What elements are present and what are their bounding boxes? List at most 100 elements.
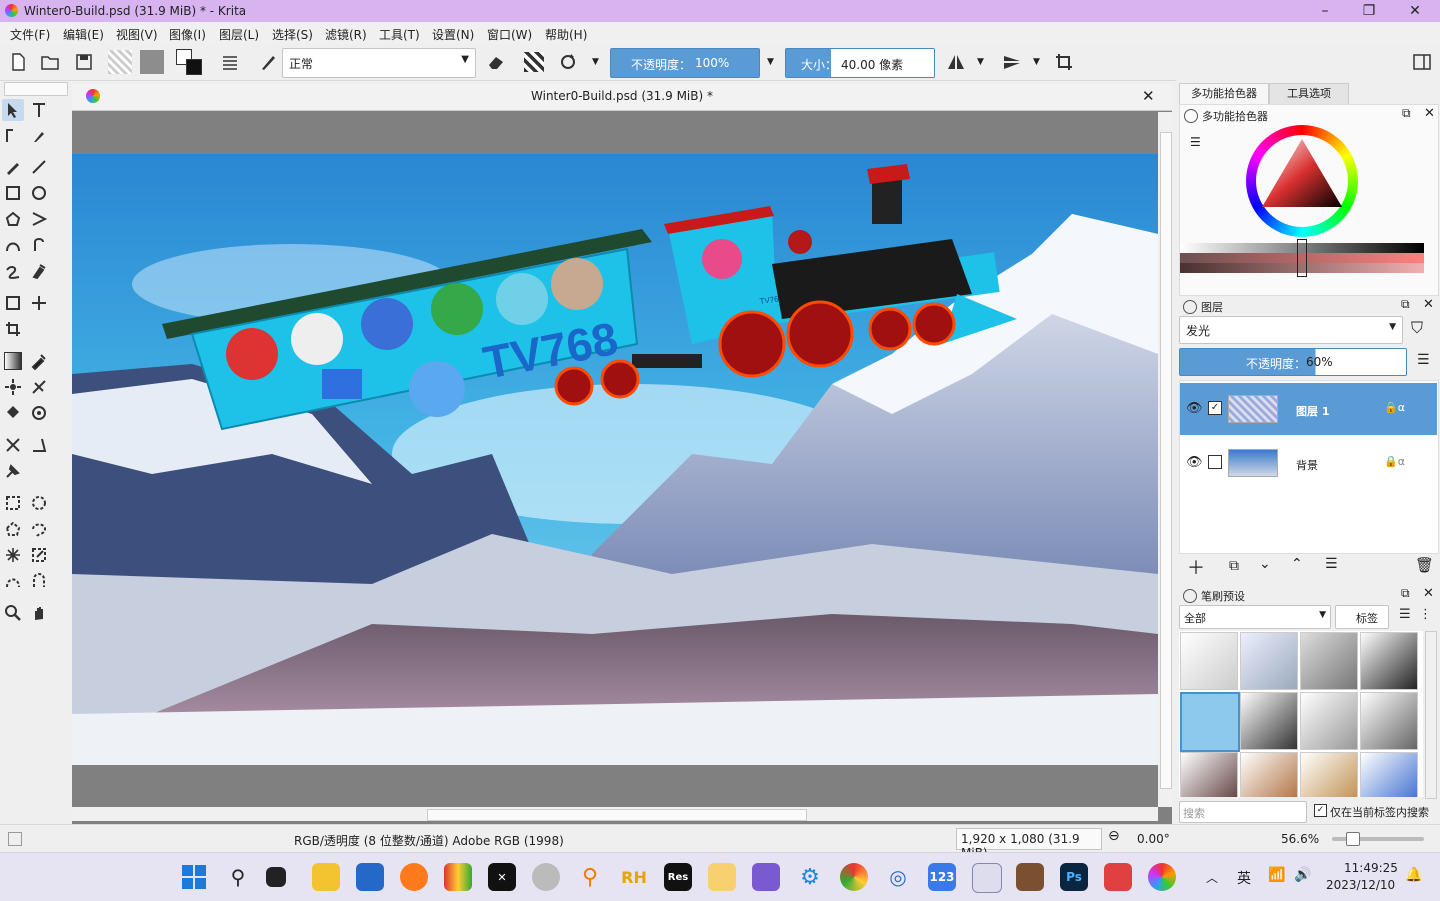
maximize-button[interactable]: ❐ — [1346, 0, 1392, 22]
fingerprint-icon[interactable]: ◎ — [884, 863, 912, 891]
clock-time[interactable]: 11:49:25 — [1344, 861, 1398, 875]
res-app-icon[interactable]: Res — [664, 863, 692, 891]
brush-preset-icon[interactable] — [256, 50, 280, 74]
tag-button[interactable]: 标签 — [1335, 605, 1389, 629]
chevron-down-icon[interactable]: ▼ — [592, 57, 599, 67]
angle-tool-icon[interactable] — [28, 434, 50, 456]
calc-123-icon[interactable]: 123 — [928, 863, 956, 891]
freehand-brush-icon[interactable] — [2, 156, 24, 178]
clock-date[interactable]: 2023/12/10 — [1326, 878, 1395, 892]
brush-preset-blender[interactable] — [1240, 632, 1298, 690]
color-picker-icon[interactable] — [28, 350, 50, 372]
menu-tools[interactable]: 工具(T) — [379, 26, 420, 43]
reload-preset-icon[interactable] — [556, 50, 580, 74]
windows-start-icon[interactable] — [180, 863, 208, 891]
visibility-eye-icon[interactable]: 👁 — [1186, 401, 1203, 416]
view-mode-icon[interactable]: ☰ — [1399, 607, 1411, 622]
float-icon[interactable]: ⧉ — [1401, 297, 1410, 312]
eraser-mode-icon[interactable] — [484, 50, 508, 74]
resource-hacker-icon[interactable]: RH — [620, 863, 648, 891]
new-document-icon[interactable] — [6, 50, 30, 74]
brush-preset-smudge[interactable] — [1300, 632, 1358, 690]
selection-indicator-icon[interactable] — [8, 832, 22, 846]
tab-color-selector[interactable]: 多功能拾色器 — [1179, 83, 1269, 104]
store-icon[interactable] — [356, 863, 384, 891]
pattern-swatch-icon[interactable] — [140, 50, 164, 74]
move-layer-up-icon[interactable]: ⌃ — [1291, 556, 1303, 572]
search-in-tag-checkbox[interactable]: ✓ — [1314, 804, 1327, 817]
gradient-swatch-icon[interactable] — [108, 50, 132, 74]
menu-edit[interactable]: 编辑(E) — [63, 26, 104, 43]
pan-tool-icon[interactable] — [28, 602, 50, 624]
save-icon[interactable] — [72, 50, 96, 74]
chevron-down-icon[interactable]: ▼ — [1033, 57, 1040, 67]
layer-properties-icon[interactable]: ☰ — [1325, 556, 1338, 572]
brush-options-icon[interactable]: ⋮ — [1419, 607, 1432, 622]
fill-tool-icon[interactable] — [2, 402, 24, 424]
close-window-button[interactable]: ✕ — [1392, 0, 1438, 22]
wifi-icon[interactable]: 📶 — [1268, 867, 1285, 883]
text-tool-icon[interactable] — [28, 99, 50, 121]
brush-preset-airbrush[interactable] — [1360, 632, 1418, 690]
assistant-tool-icon[interactable] — [28, 376, 50, 398]
brush-preset-pen-selected[interactable] — [1180, 692, 1240, 752]
photo-viewer-icon[interactable] — [1016, 863, 1044, 891]
brush-preset-brush-2[interactable] — [1240, 752, 1298, 797]
blend-mode-select[interactable]: 正常 ▼ — [282, 48, 476, 78]
layer-menu-icon[interactable]: ☰ — [1417, 352, 1430, 368]
bezier-tool-icon[interactable] — [2, 234, 24, 256]
freehand-select-icon[interactable] — [28, 518, 50, 540]
ellipse-tool-icon[interactable] — [28, 182, 50, 204]
chrome-icon[interactable] — [840, 863, 868, 891]
winrar-icon[interactable] — [444, 863, 472, 891]
settings-menu-icon[interactable]: ☰ — [1190, 135, 1201, 149]
saturation-triangle[interactable] — [1258, 137, 1346, 225]
measure-tool-icon[interactable] — [2, 434, 24, 456]
brush-tag-filter[interactable]: 全部 ▼ — [1179, 605, 1331, 629]
lock-icon[interactable] — [1184, 109, 1198, 123]
contiguous-select-icon[interactable] — [2, 544, 24, 566]
task-view-icon[interactable] — [266, 867, 286, 887]
move-layer-down-icon[interactable]: ⌄ — [1259, 556, 1271, 572]
delete-layer-icon[interactable]: 🗑 — [1415, 556, 1434, 574]
close-icon[interactable]: ✕ — [1423, 297, 1434, 312]
layer-lock-alpha-icon[interactable]: 🔒α — [1384, 455, 1405, 468]
multibrush-icon[interactable] — [28, 260, 50, 282]
volume-icon[interactable]: 🔊 — [1294, 867, 1311, 883]
brush-preset-brush-4[interactable] — [1360, 752, 1418, 797]
photos-icon[interactable] — [708, 863, 736, 891]
float-icon[interactable]: ⧉ — [1402, 106, 1411, 121]
menu-file[interactable]: 文件(F) — [10, 26, 50, 43]
smart-patch-icon[interactable] — [2, 376, 24, 398]
brush-preset-marker[interactable] — [1360, 692, 1418, 750]
freehand-path-icon[interactable] — [28, 234, 50, 256]
zoom-slider-handle[interactable] — [1346, 832, 1360, 846]
dynamic-brush-icon[interactable] — [2, 260, 24, 282]
menu-image[interactable]: 图像(I) — [169, 26, 206, 43]
canvas-vertical-scrollbar[interactable] — [1158, 112, 1172, 807]
brush-preset-pencil[interactable] — [1300, 692, 1358, 750]
edit-shapes-icon[interactable] — [2, 125, 24, 147]
brush-preset-ink[interactable] — [1240, 692, 1298, 750]
ime-indicator[interactable]: 英 — [1237, 868, 1251, 888]
scroll-thumb[interactable] — [427, 809, 807, 821]
reference-pin-icon[interactable] — [2, 460, 24, 482]
settings-gear-icon[interactable]: ⚙ — [796, 863, 824, 891]
dvd-icon[interactable] — [532, 863, 560, 891]
ellipse-select-icon[interactable] — [28, 492, 50, 514]
mirror-vertical-icon[interactable] — [1000, 50, 1024, 74]
select-shapes-icon[interactable] — [2, 99, 24, 121]
add-layer-icon[interactable]: ＋ — [1187, 554, 1205, 580]
wrap-around-icon[interactable] — [1052, 50, 1076, 74]
image-size-field[interactable]: 1,920 x 1,080 (31.9 MiB) — [956, 828, 1102, 860]
filter-icon[interactable]: ⛉ — [1411, 318, 1423, 338]
visibility-eye-icon[interactable]: 👁 — [1186, 455, 1203, 470]
transform-tool-icon[interactable] — [2, 292, 24, 314]
chevron-down-icon[interactable]: ▼ — [977, 57, 984, 67]
layer-checkbox[interactable] — [1208, 455, 1222, 469]
brush-scrollbar[interactable] — [1425, 631, 1437, 799]
pattern-tool-icon[interactable] — [28, 402, 50, 424]
close-icon[interactable]: ✕ — [1424, 106, 1435, 121]
open-folder-icon[interactable] — [38, 50, 62, 74]
preserve-alpha-icon[interactable] — [522, 50, 546, 74]
